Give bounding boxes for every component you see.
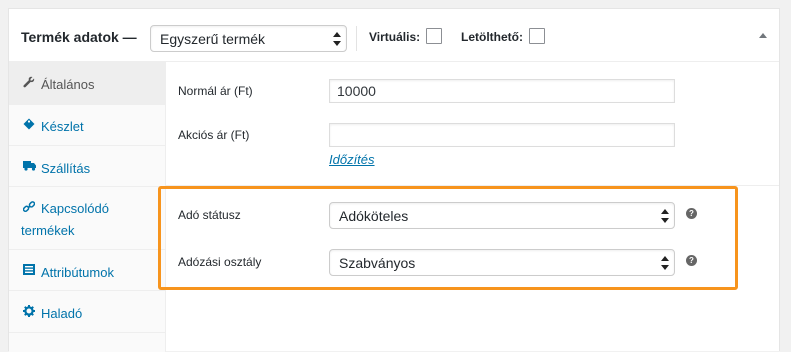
select-arrows-icon bbox=[661, 208, 669, 223]
select-arrows-icon bbox=[333, 31, 341, 46]
tax-class-value: Szabványos bbox=[339, 255, 416, 271]
regular-price-input[interactable]: 10000 bbox=[329, 79, 675, 103]
truck-icon bbox=[23, 160, 36, 172]
tab-shipping[interactable]: Szállítás bbox=[9, 146, 165, 187]
downloadable-label: Letölthető: bbox=[461, 30, 523, 44]
product-data-panel: Termék adatok — Egyszerű termék Virtuáli… bbox=[8, 8, 780, 352]
collapse-toggle-icon[interactable] bbox=[759, 33, 767, 38]
regular-price-label: Normál ár (Ft) bbox=[178, 84, 253, 98]
downloadable-checkbox[interactable] bbox=[529, 28, 545, 44]
sale-price-input[interactable] bbox=[329, 123, 675, 147]
link-icon bbox=[22, 201, 36, 213]
list-icon bbox=[23, 264, 35, 276]
regular-price-value: 10000 bbox=[337, 83, 376, 99]
tab-linked-products-label-2: termékek bbox=[21, 223, 75, 238]
sale-price-label: Akciós ár (Ft) bbox=[178, 128, 250, 142]
schedule-link[interactable]: Időzítés bbox=[329, 152, 375, 167]
tab-advanced[interactable]: Haladó bbox=[9, 291, 165, 333]
help-icon[interactable]: ? bbox=[686, 208, 697, 219]
panel-header: Termék adatok — Egyszerű termék Virtuáli… bbox=[9, 9, 779, 62]
tax-status-value: Adóköteles bbox=[339, 208, 409, 224]
product-type-select[interactable]: Egyszerű termék bbox=[150, 25, 347, 52]
tab-attributes-label: Attribútumok bbox=[41, 265, 114, 280]
tab-advanced-label: Haladó bbox=[41, 306, 83, 321]
panel-title: Termék adatok — bbox=[21, 29, 137, 45]
tab-inventory[interactable]: Készlet bbox=[9, 105, 165, 146]
tab-general-label: Általános bbox=[41, 77, 95, 92]
section-divider bbox=[166, 185, 779, 186]
tab-inventory-label: Készlet bbox=[41, 119, 84, 134]
tab-linked-products-label: Kapcsolódó bbox=[41, 201, 109, 216]
tax-class-select[interactable]: Szabványos bbox=[329, 249, 675, 276]
virtual-label: Virtuális: bbox=[369, 30, 421, 44]
header-divider bbox=[356, 26, 357, 51]
tab-general[interactable]: Általános bbox=[9, 62, 165, 105]
virtual-checkbox[interactable] bbox=[426, 28, 442, 44]
product-type-value: Egyszerű termék bbox=[160, 31, 266, 47]
wrench-icon bbox=[23, 76, 35, 88]
tag-icon bbox=[23, 118, 35, 130]
select-arrows-icon bbox=[661, 255, 669, 270]
product-data-tabs: Általános Készlet Szállítás Kapcsolódó t… bbox=[9, 62, 166, 352]
help-icon[interactable]: ? bbox=[686, 255, 697, 266]
tax-status-label: Adó státusz bbox=[178, 208, 241, 222]
tab-shipping-label: Szállítás bbox=[41, 161, 91, 176]
tax-status-select[interactable]: Adóköteles bbox=[329, 202, 675, 229]
tab-linked-products[interactable]: Kapcsolódó termékek bbox=[9, 187, 165, 250]
tab-attributes[interactable]: Attribútumok bbox=[9, 250, 165, 291]
gear-icon bbox=[23, 305, 35, 317]
tax-class-label: Adózási osztály bbox=[178, 255, 262, 269]
